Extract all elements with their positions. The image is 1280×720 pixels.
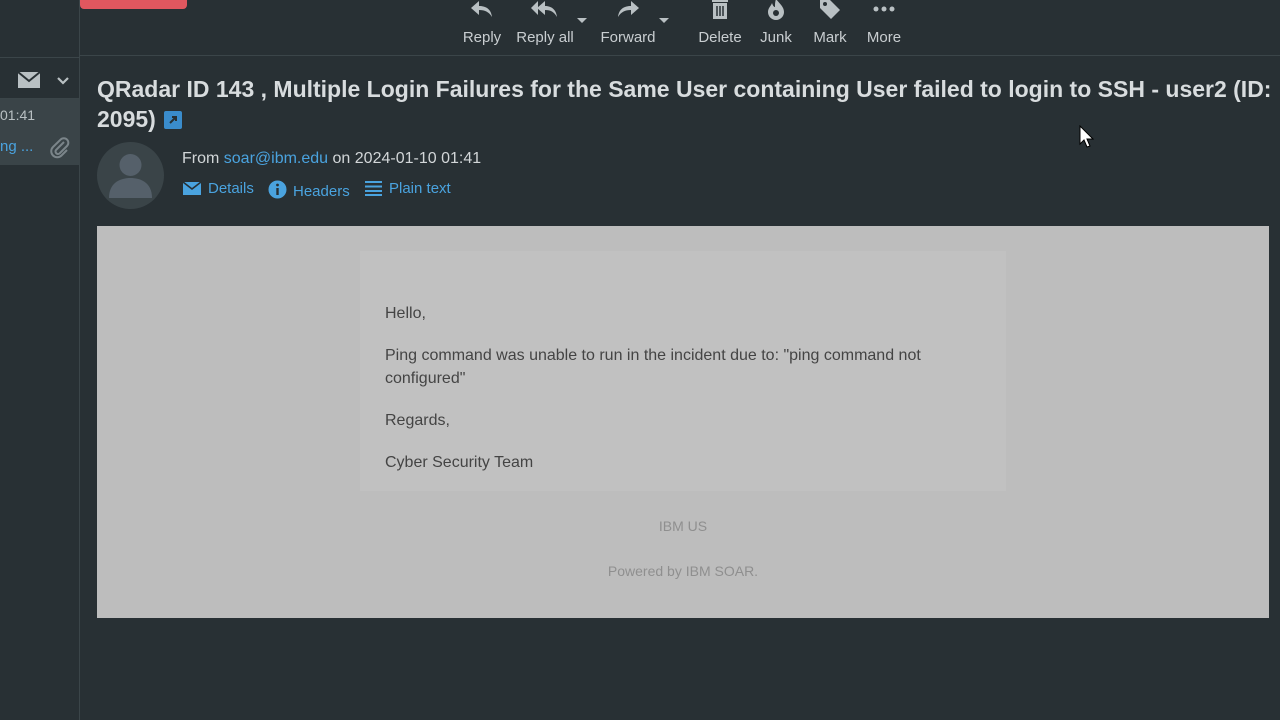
reply-button[interactable]: Reply	[458, 0, 506, 50]
forward-dropdown-icon[interactable]	[659, 18, 669, 23]
list-item-time: 01:41	[0, 107, 36, 123]
attachment-icon	[50, 137, 70, 164]
list-header	[0, 57, 80, 99]
headers-link[interactable]: Headers	[268, 180, 350, 200]
body-text: Ping command was unable to run in the in…	[385, 347, 921, 387]
from-label: From	[182, 150, 220, 167]
message-subject: QRadar ID 143 , Multiple Login Failures …	[97, 74, 1272, 134]
headers-label: Headers	[293, 183, 350, 200]
plain-text-label: Plain text	[389, 180, 451, 197]
reply-icon	[469, 0, 495, 24]
list-item-subject: ng ...	[0, 138, 34, 155]
envelope-icon	[182, 181, 202, 195]
fire-icon	[766, 0, 786, 24]
reply-all-label: Reply all	[516, 29, 574, 46]
from-line: From soar@ibm.edu on 2024-01-10 01:41	[182, 150, 481, 168]
from-email-link[interactable]: soar@ibm.edu	[224, 150, 328, 167]
more-button[interactable]: More	[862, 0, 906, 50]
list-item[interactable]: 01:41 ng ...	[0, 99, 80, 165]
lines-icon	[365, 181, 382, 196]
mouse-cursor-icon	[1079, 124, 1095, 154]
junk-label: Junk	[760, 29, 792, 46]
more-dots-icon	[872, 0, 896, 24]
info-icon	[268, 180, 287, 199]
user-icon	[109, 154, 152, 198]
reply-all-icon	[530, 0, 560, 24]
plain-text-link[interactable]: Plain text	[364, 180, 451, 197]
date-prefix: on	[332, 150, 351, 167]
forward-icon	[615, 0, 641, 24]
junk-button[interactable]: Junk	[754, 0, 798, 50]
details-label: Details	[208, 180, 254, 197]
footer-company: IBM US	[658, 518, 708, 534]
greeting-text: Hello,	[385, 305, 426, 322]
message-list-pane: 01:41 ng ...	[0, 0, 80, 720]
signature-text: Cyber Security Team	[385, 454, 534, 471]
trash-icon	[710, 0, 730, 24]
chevron-down-icon[interactable]	[56, 73, 70, 91]
message-card: Hello, Ping command was unable to run in…	[360, 251, 1006, 491]
regards-text: Regards,	[385, 412, 450, 429]
footer-powered: Powered by IBM SOAR.	[607, 563, 759, 579]
message-toolbar: Reply Reply all Forward Delete Junk Mark	[80, 0, 1280, 56]
mark-button[interactable]: Mark	[808, 0, 852, 50]
open-external-icon[interactable]	[163, 111, 182, 129]
forward-label: Forward	[600, 29, 656, 46]
details-link[interactable]: Details	[182, 180, 254, 197]
reply-all-dropdown-icon[interactable]	[577, 18, 587, 23]
delete-button[interactable]: Delete	[696, 0, 744, 50]
mark-label: Mark	[813, 29, 847, 46]
tag-icon	[818, 0, 842, 24]
reply-all-button[interactable]: Reply all	[512, 0, 578, 50]
delete-label: Delete	[698, 29, 742, 46]
more-label: More	[866, 29, 902, 46]
message-date: 2024-01-10 01:41	[354, 150, 482, 167]
avatar	[97, 142, 164, 209]
subject-text: QRadar ID 143 , Multiple Login Failures …	[97, 76, 1272, 132]
envelope-icon[interactable]	[17, 71, 41, 94]
forward-button[interactable]: Forward	[597, 0, 659, 50]
reply-label: Reply	[462, 29, 502, 46]
message-body-frame: Hello, Ping command was unable to run in…	[97, 226, 1269, 618]
